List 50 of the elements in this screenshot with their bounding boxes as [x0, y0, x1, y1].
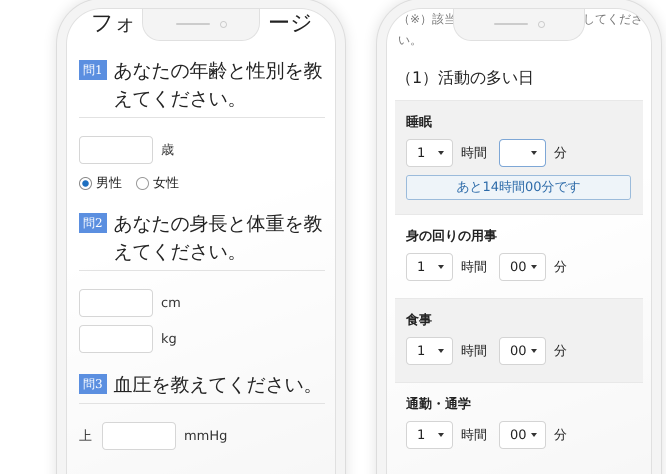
remaining-time-message: あと14時間00分です: [406, 175, 631, 200]
hours-select[interactable]: 1: [406, 139, 453, 167]
unit-label: 時間: [461, 427, 487, 444]
minutes-select[interactable]: 00: [499, 253, 546, 281]
question-badge: 問1: [79, 60, 107, 80]
unit-label: 分: [554, 259, 567, 276]
input-field[interactable]: [102, 422, 176, 450]
unit-label: mmHg: [184, 428, 228, 444]
unit-label: 分: [554, 427, 567, 444]
notice-text: い。: [398, 33, 422, 47]
unit-label: 時間: [461, 145, 487, 162]
caret-icon: [438, 349, 444, 353]
hours-select[interactable]: 1: [406, 421, 453, 449]
activity-label: 通勤・通学: [406, 397, 471, 412]
question-badge: 問3: [79, 374, 107, 394]
unit-label: 時間: [461, 259, 487, 276]
field-label: 上: [79, 428, 92, 445]
activity-label: 食事: [406, 313, 432, 328]
caret-icon: [438, 433, 444, 437]
page-title: フォ: [91, 10, 137, 38]
activity-label: 身の回りの用事: [406, 229, 497, 244]
unit-label: 時間: [461, 343, 487, 360]
hours-select[interactable]: 1: [406, 253, 453, 281]
caret-icon: [438, 151, 444, 155]
unit-label: 歳: [161, 142, 174, 159]
caret-icon: [531, 349, 537, 353]
caret-icon: [531, 151, 537, 155]
input-field[interactable]: [79, 325, 153, 353]
section-heading: （1）活動の多い日: [396, 68, 534, 87]
radio-option[interactable]: 女性: [136, 174, 179, 192]
caret-icon: [438, 265, 444, 269]
caret-icon: [531, 433, 537, 437]
radio-option[interactable]: 男性: [79, 174, 122, 192]
input-field[interactable]: [79, 289, 153, 317]
activity-label: 睡眠: [406, 115, 432, 130]
question-text: あなたの身長と体重を教えてください。: [114, 212, 324, 265]
input-field[interactable]: [79, 136, 153, 164]
hours-select[interactable]: 1: [406, 337, 453, 365]
unit-label: kg: [161, 332, 177, 346]
minutes-select[interactable]: 00: [499, 337, 546, 365]
question-text: あなたの年齢と性別を教えてください。: [114, 59, 324, 112]
caret-icon: [531, 265, 537, 269]
unit-label: 分: [554, 343, 567, 360]
minutes-select[interactable]: 00: [499, 421, 546, 449]
question-badge: 問2: [79, 213, 107, 233]
unit-label: cm: [161, 296, 181, 310]
unit-label: 分: [554, 145, 567, 162]
page-title: ージ: [268, 10, 313, 38]
question-text: 血圧を教えてください。: [114, 373, 324, 398]
minutes-select[interactable]: [499, 139, 546, 167]
